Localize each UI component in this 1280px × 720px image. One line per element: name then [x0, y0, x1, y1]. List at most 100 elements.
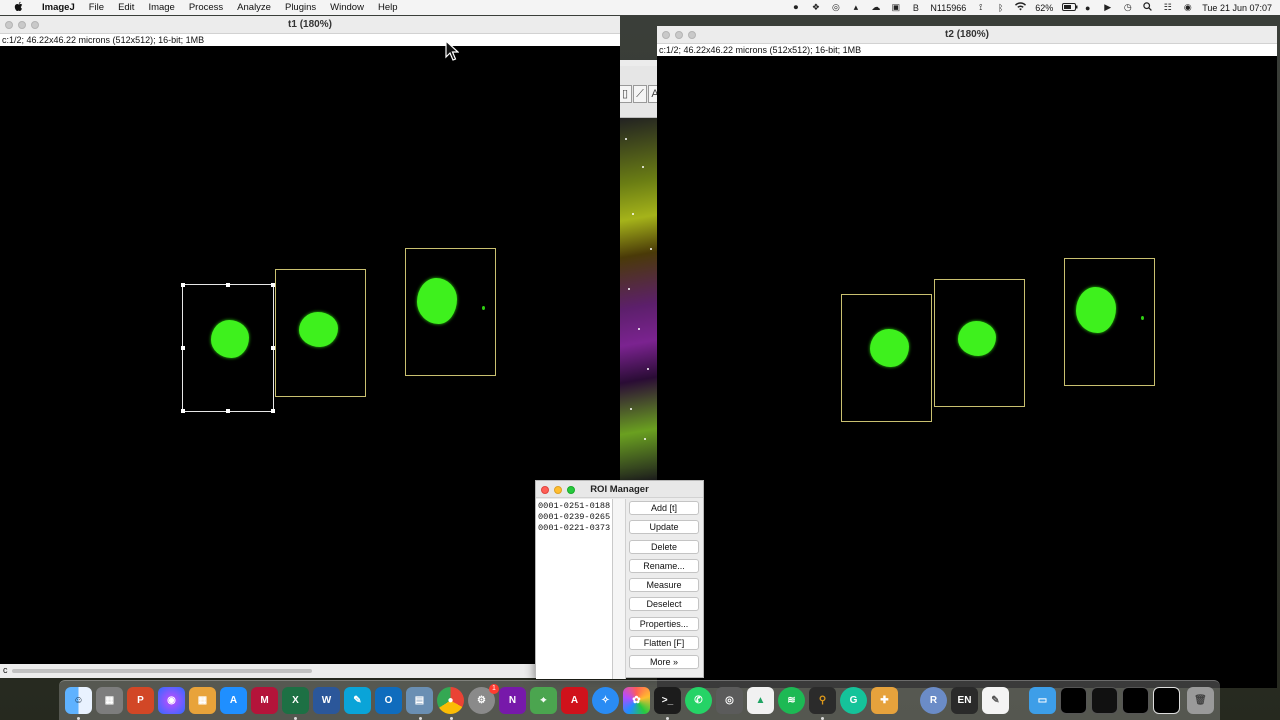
roi-list-item[interactable]: 0001-0239-0265 [538, 512, 612, 523]
add-button[interactable]: Add [t] [629, 501, 699, 515]
app-store-icon[interactable]: A [220, 687, 247, 714]
play-icon[interactable]: ▶ [1102, 2, 1113, 13]
menu-analyze[interactable]: Analyze [230, 2, 278, 13]
close-icon[interactable] [5, 21, 13, 29]
clipboard-icon[interactable]: ▣ [890, 2, 901, 13]
r-icon[interactable]: R [920, 687, 947, 714]
deselect-button[interactable]: Deselect [629, 597, 699, 612]
safari-icon[interactable]: ✧ [592, 687, 619, 714]
siri-menu-icon[interactable]: ◉ [1182, 2, 1193, 13]
dropbox-icon[interactable]: ❖ [810, 2, 821, 13]
spotlight-search-icon[interactable] [1142, 2, 1153, 13]
roi-manager-titlebar[interactable]: ROI Manager [536, 481, 703, 498]
roi-handle[interactable] [181, 283, 185, 287]
menu-help[interactable]: Help [371, 2, 405, 13]
terminal-icon[interactable]: >_ [654, 687, 681, 714]
mendeley-icon[interactable]: M [251, 687, 278, 714]
activity-icon[interactable]: ▴ [850, 2, 861, 13]
folder-icon[interactable]: ▭ [1029, 687, 1056, 714]
roi-handle[interactable] [226, 283, 230, 287]
window-thumb-icon[interactable] [1060, 687, 1087, 714]
close-icon[interactable] [662, 31, 670, 39]
menu-window[interactable]: Window [323, 2, 371, 13]
excel-icon[interactable]: X [282, 687, 309, 714]
minimize-icon[interactable] [675, 31, 683, 39]
toolbox-icon[interactable]: ✚ [871, 687, 898, 714]
t1-scroll-thumb[interactable] [12, 669, 312, 673]
microscope-icon[interactable]: ⚲ [809, 687, 836, 714]
t1-canvas[interactable] [0, 46, 620, 664]
user-icon[interactable]: ● [1082, 3, 1093, 13]
onenote-icon[interactable]: N [499, 687, 526, 714]
chrome-icon[interactable]: ● [437, 687, 464, 714]
battery-icon[interactable] [1062, 2, 1078, 13]
minimize-icon[interactable] [554, 486, 562, 494]
toolbar-tool-icon[interactable]: ▯ [618, 85, 632, 103]
launchpad-icon[interactable]: ▦ [96, 687, 123, 714]
menu-edit[interactable]: Edit [111, 2, 141, 13]
roi-handle[interactable] [226, 409, 230, 413]
en-icon[interactable]: EN [951, 687, 978, 714]
screenshot-icon[interactable]: ◎ [716, 687, 743, 714]
measure-button[interactable]: Measure [629, 578, 699, 593]
t1-scrollbar[interactable]: c [0, 664, 620, 678]
trash-icon[interactable]: 🗑 [1187, 687, 1214, 714]
menu-image[interactable]: Image [141, 2, 181, 13]
photos-icon[interactable]: ✿ [623, 687, 650, 714]
close-icon[interactable] [541, 486, 549, 494]
outlook-icon[interactable]: O [375, 687, 402, 714]
update-button[interactable]: Update [629, 520, 699, 535]
zoom-icon[interactable] [688, 31, 696, 39]
zoom-icon[interactable] [31, 21, 39, 29]
t2-canvas[interactable] [657, 56, 1277, 684]
menu-plugins[interactable]: Plugins [278, 2, 323, 13]
flatten-button[interactable]: Flatten [F] [629, 636, 699, 651]
roi-manager-window[interactable]: ROI Manager 0001-0251-0188 0001-0239-026… [535, 480, 704, 679]
powerpoint-icon[interactable]: P [127, 687, 154, 714]
image-window-t2[interactable]: t2 (180%) c:1/2; 46.22x46.22 microns (51… [657, 26, 1277, 688]
apple-icon[interactable] [12, 1, 26, 15]
whatsapp-icon[interactable]: ✆ [685, 687, 712, 714]
roi-list-item[interactable]: 0001-0251-0188 [538, 501, 612, 512]
finder-icon[interactable]: ☺ [65, 687, 92, 714]
app-menu-imagej[interactable]: ImageJ [35, 2, 82, 13]
control-center-icon[interactable]: ☷ [1162, 2, 1173, 13]
menu-file[interactable]: File [82, 2, 111, 13]
maps-icon[interactable]: ⌖ [530, 687, 557, 714]
roi-list-scrollbar[interactable] [613, 499, 626, 679]
minimize-icon[interactable] [18, 21, 26, 29]
spotify-icon[interactable]: ≋ [778, 687, 805, 714]
clock[interactable]: Tue 21 Jun 07:07 [1202, 3, 1272, 13]
more-button[interactable]: More » [629, 655, 699, 670]
t2-titlebar[interactable]: t2 (180%) [657, 26, 1277, 44]
wifi-icon[interactable] [1015, 2, 1027, 13]
bluetooth-icon[interactable]: ᛒ [995, 3, 1006, 13]
bbedit-icon[interactable]: B [910, 3, 921, 13]
window-thumb-icon[interactable] [1091, 687, 1118, 714]
cloud-icon[interactable]: ☁ [870, 2, 881, 13]
drive-icon[interactable]: ▲ [747, 687, 774, 714]
notes-icon[interactable]: ✎ [982, 687, 1009, 714]
window-thumb-icon[interactable] [1153, 687, 1180, 714]
roi-list-item[interactable]: 0001-0221-0373 [538, 523, 612, 534]
roi-handle[interactable] [271, 409, 275, 413]
pen-icon[interactable]: ✎ [344, 687, 371, 714]
roi-handle[interactable] [181, 409, 185, 413]
time-machine-icon[interactable]: ◷ [1122, 2, 1133, 13]
properties-button[interactable]: Properties... [629, 616, 699, 631]
record-icon[interactable]: ⏺ [790, 2, 801, 13]
t1-titlebar[interactable]: t1 (180%) [0, 16, 620, 34]
pin-icon[interactable]: ⟟ [975, 2, 986, 13]
siri-icon[interactable]: ◉ [158, 687, 185, 714]
word-icon[interactable]: W [313, 687, 340, 714]
roi-list[interactable]: 0001-0251-0188 0001-0239-0265 0001-0221-… [536, 499, 613, 679]
creative-cloud-icon[interactable]: ◎ [830, 2, 841, 13]
delete-button[interactable]: Delete [629, 539, 699, 554]
roi-handle[interactable] [181, 346, 185, 350]
rename-button[interactable]: Rename... [629, 558, 699, 573]
acrobat-icon[interactable]: A [561, 687, 588, 714]
battery-percent[interactable]: 62% [1035, 3, 1053, 13]
window-thumb-icon[interactable] [1122, 687, 1149, 714]
line-tool-icon[interactable]: ⟋ [633, 85, 647, 103]
calculator-icon[interactable]: ▦ [189, 687, 216, 714]
